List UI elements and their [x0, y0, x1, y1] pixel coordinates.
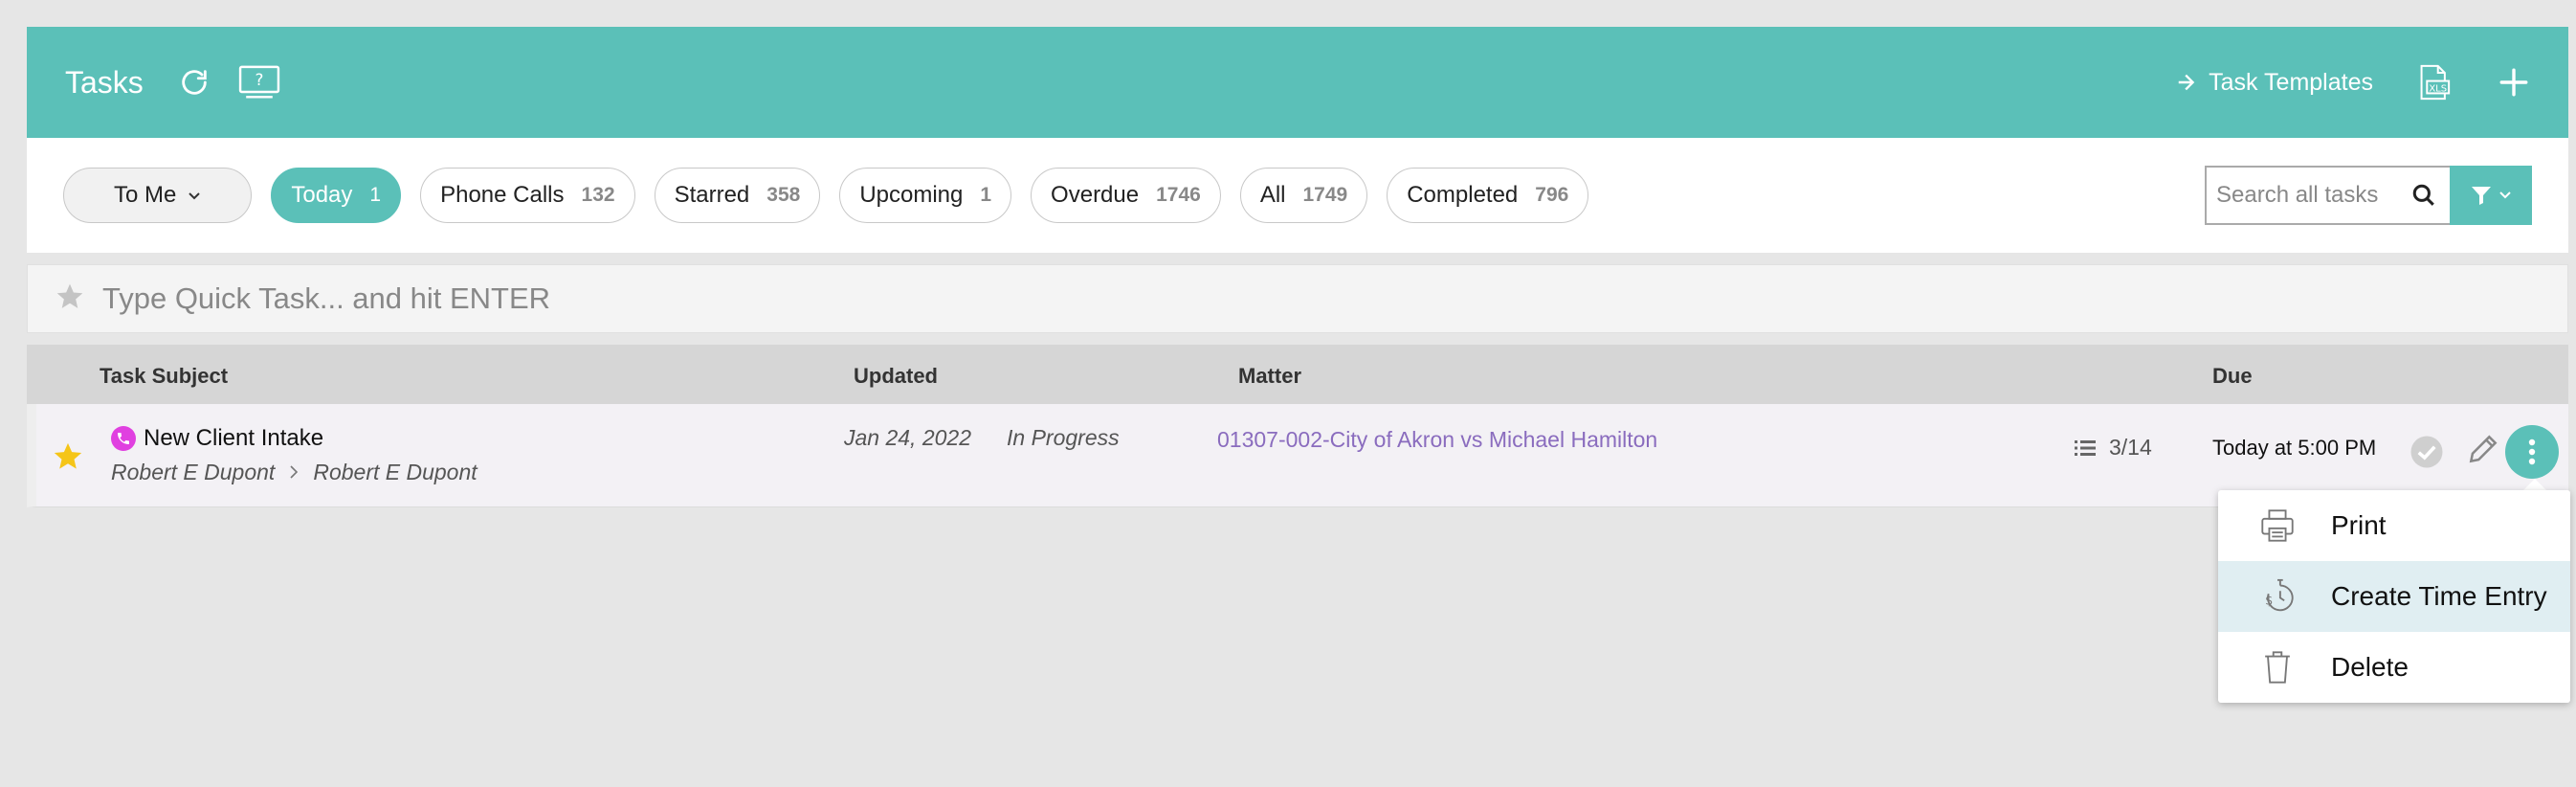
due-date: Today at 5:00 PM — [2212, 436, 2377, 460]
search-icon[interactable] — [2408, 183, 2440, 208]
assigned-by: Robert E Dupont — [111, 460, 276, 484]
column-header-updated[interactable]: Updated — [854, 364, 938, 389]
refresh-icon[interactable] — [178, 66, 211, 99]
funnel-icon — [2472, 187, 2491, 205]
task-subject-text: New Client Intake — [144, 425, 324, 451]
pill-label: All — [1259, 182, 1286, 208]
star-icon[interactable] — [55, 281, 85, 317]
pill-count: 1746 — [1156, 184, 1201, 206]
add-task-icon[interactable] — [2498, 66, 2530, 99]
task-people: Robert E Dupont Robert E Dupont — [111, 460, 477, 485]
svg-text:$: $ — [2265, 595, 2273, 609]
menu-item-label: Create Time Entry — [2331, 581, 2547, 611]
matter-link[interactable]: 01307-002-City of Akron vs Michael Hamil… — [1217, 427, 1657, 453]
task-status: In Progress — [1007, 425, 1120, 450]
stopwatch-dollar-icon: $ — [2256, 577, 2298, 616]
help-monitor-icon[interactable]: ? — [237, 64, 281, 101]
menu-pointer — [2523, 479, 2546, 490]
arrow-right-icon — [2178, 74, 2195, 91]
quick-task-bar — [27, 264, 2568, 333]
filter-pill-all[interactable]: All 1749 — [1239, 168, 1368, 223]
task-subject[interactable]: New Client Intake — [111, 425, 323, 452]
menu-item-print[interactable]: Print — [2218, 490, 2570, 561]
search-input[interactable] — [2216, 182, 2408, 209]
page-title: Tasks — [65, 64, 144, 100]
task-templates-link[interactable]: Task Templates — [2176, 69, 2373, 97]
search-group — [2205, 166, 2532, 225]
filter-pill-starred[interactable]: Starred 358 — [654, 168, 821, 223]
filter-pill-today[interactable]: Today 1 — [271, 168, 402, 223]
svg-text:?: ? — [255, 70, 263, 89]
assigned-to: Robert E Dupont — [313, 460, 477, 484]
column-header-subject[interactable]: Task Subject — [100, 364, 228, 389]
filter-bar: To Me Today 1 Phone Calls 132 Starred 35… — [27, 138, 2568, 253]
pill-label: Overdue — [1051, 182, 1140, 208]
pill-count: 1749 — [1302, 184, 1348, 206]
chevron-down-icon — [188, 186, 201, 206]
pill-count: 796 — [1535, 184, 1569, 206]
table-header: Task Subject Updated Matter Due — [27, 345, 2568, 404]
pencil-edit-icon[interactable] — [2465, 431, 2501, 472]
filter-pill-overdue[interactable]: Overdue 1746 — [1031, 168, 1221, 223]
assignee-label: To Me — [114, 182, 177, 208]
pill-label: Starred — [674, 182, 750, 208]
checklist-progress[interactable]: 3/14 — [2075, 435, 2152, 461]
column-header-due[interactable]: Due — [2212, 364, 2253, 389]
pill-count: 358 — [766, 184, 801, 206]
pill-label: Phone Calls — [440, 182, 565, 208]
chevron-right-icon — [288, 460, 300, 485]
search-box — [2205, 166, 2450, 225]
phone-call-icon — [111, 426, 136, 451]
filter-pill-upcoming[interactable]: Upcoming 1 — [839, 168, 1012, 223]
complete-check-icon[interactable] — [2409, 435, 2444, 474]
checklist-count: 3/14 — [2109, 435, 2152, 460]
pill-label: Completed — [1407, 182, 1519, 208]
table-row[interactable]: New Client Intake Robert E Dupont Robert… — [27, 404, 2568, 507]
printer-icon — [2256, 506, 2298, 545]
pill-count: 1 — [369, 184, 382, 206]
pill-label: Today — [291, 182, 353, 208]
trash-icon — [2256, 648, 2298, 686]
svg-text:XLS: XLS — [2429, 83, 2447, 94]
list-icon — [2075, 439, 2096, 456]
menu-item-create-time-entry[interactable]: $ Create Time Entry — [2218, 561, 2570, 632]
pill-label: Upcoming — [859, 182, 964, 208]
task-templates-label: Task Templates — [2209, 68, 2373, 96]
menu-item-label: Delete — [2331, 652, 2409, 682]
pill-count: 1 — [980, 184, 992, 206]
quick-task-input[interactable] — [102, 281, 1825, 316]
tasks-header: Tasks ? Task Templates XLS — [27, 27, 2568, 138]
column-header-matter[interactable]: Matter — [1238, 364, 1301, 389]
chevron-down-icon — [2499, 191, 2511, 199]
star-icon[interactable] — [52, 440, 84, 478]
assignee-dropdown[interactable]: To Me — [63, 168, 253, 223]
menu-item-label: Print — [2331, 510, 2387, 540]
menu-item-delete[interactable]: Delete — [2218, 632, 2570, 703]
xls-export-icon[interactable]: XLS — [2413, 63, 2452, 101]
pill-count: 132 — [581, 184, 615, 206]
filter-pill-phone-calls[interactable]: Phone Calls 132 — [420, 168, 635, 223]
advanced-filter-button[interactable] — [2450, 166, 2532, 225]
filter-pill-completed[interactable]: Completed 796 — [1387, 168, 1589, 223]
more-actions-button[interactable] — [2505, 425, 2559, 479]
kebab-menu-icon — [2528, 438, 2536, 465]
row-actions-menu: Print $ Create Time Entry Delete — [2218, 490, 2570, 703]
updated-date: Jan 24, 2022 — [844, 425, 972, 450]
